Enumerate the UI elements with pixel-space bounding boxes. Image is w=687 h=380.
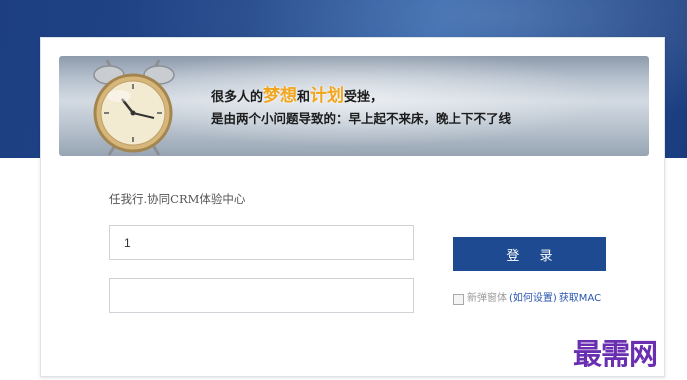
new-window-label: 新弹窗体: [467, 293, 507, 304]
new-window-checkbox[interactable]: [453, 293, 464, 305]
password-input[interactable]: [109, 278, 414, 313]
get-mac-link[interactable]: 获取MAC: [559, 292, 601, 306]
slogan-highlight-plan: 计划: [310, 86, 345, 106]
slogan-banner: 很多人的梦想和计划受挫， 是由两个小问题导致的：早上起不来床，晚上下不了线: [59, 56, 649, 156]
login-button[interactable]: 登 录: [453, 237, 606, 271]
how-to-set-link[interactable]: (如何设置): [509, 292, 557, 306]
slogan-highlight-dream: 梦想: [263, 86, 298, 106]
slogan-line-1: 很多人的梦想和计划受挫，: [211, 86, 511, 108]
slogan-part-and: 和: [297, 90, 311, 105]
slogan-line-2: 是由两个小问题导致的：早上起不来床，晚上下不了线: [211, 111, 512, 126]
login-options: 新弹窗体 (如何设置) 获取MAC: [453, 292, 601, 306]
slogan-part-1: 很多人的: [211, 90, 264, 105]
site-title: 任我行.协同CRM体验中心: [109, 192, 246, 206]
watermark-logo: 最需网: [573, 337, 658, 371]
alarm-clock-icon: [93, 59, 175, 156]
login-card: 很多人的梦想和计划受挫， 是由两个小问题导致的：早上起不来床，晚上下不了线 任我…: [40, 37, 665, 377]
slogan-text: 很多人的梦想和计划受挫， 是由两个小问题导致的：早上起不来床，晚上下不了线: [211, 86, 511, 129]
username-input[interactable]: [109, 225, 414, 260]
slogan-part-2: 受挫，: [344, 90, 384, 105]
